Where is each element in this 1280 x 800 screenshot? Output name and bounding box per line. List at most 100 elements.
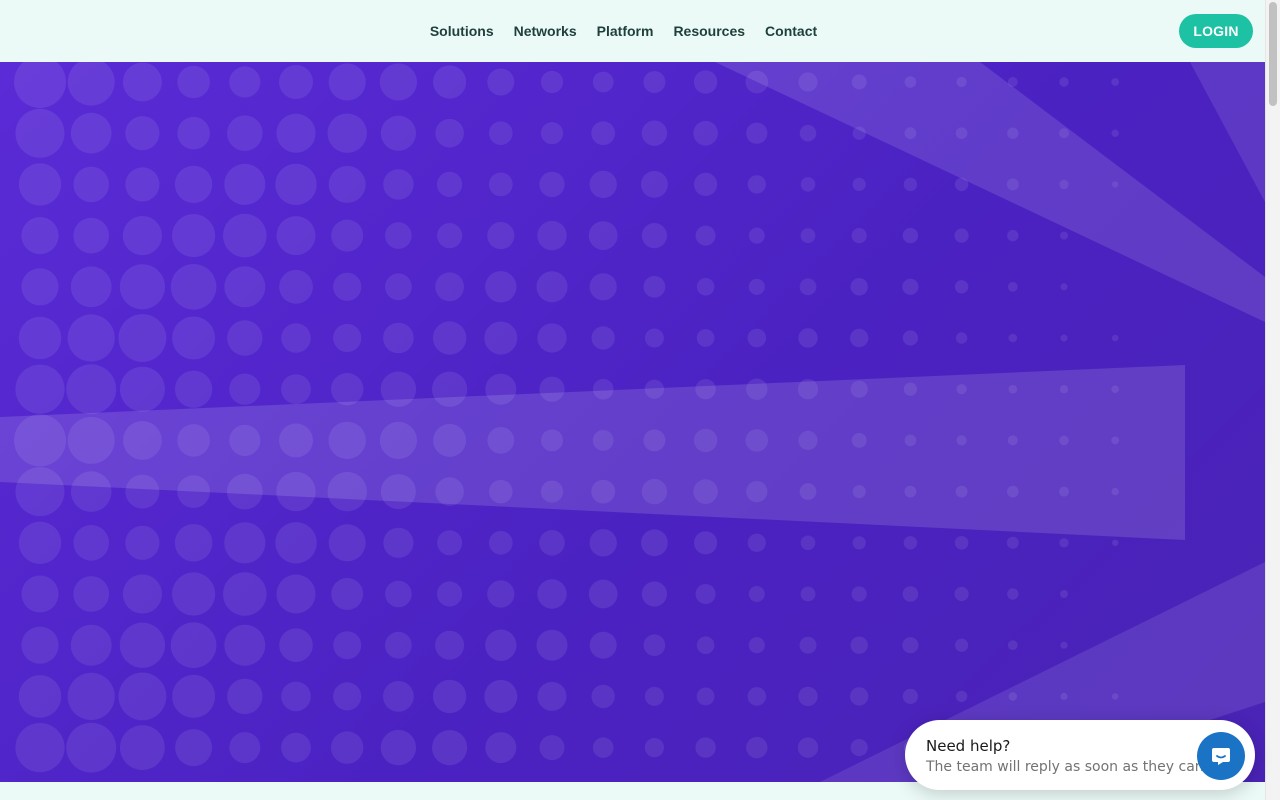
hero-dot: [170, 622, 217, 668]
hero-dot: [435, 118, 464, 148]
hero-dot: [1111, 334, 1119, 342]
hero-dot: [383, 322, 414, 354]
hero-dot: [281, 681, 311, 712]
scrollbar-thumb[interactable]: [1269, 2, 1277, 106]
hero-dot: [172, 674, 216, 718]
hero-dot: [485, 629, 517, 661]
hero-dot: [489, 121, 513, 145]
chat-launcher-button[interactable]: [1197, 732, 1245, 780]
hero-dot: [435, 272, 464, 302]
hero-dot: [21, 217, 59, 255]
hero-dot: [850, 328, 869, 348]
hero-dot: [591, 121, 616, 146]
hero-dot: [797, 737, 819, 758]
nav-solutions[interactable]: Solutions: [430, 23, 494, 39]
hero-dot: [589, 631, 617, 659]
hero-dot: [227, 320, 263, 356]
hero-dot: [748, 637, 765, 654]
hero-dot: [279, 269, 313, 304]
hero-dot: [798, 328, 818, 348]
hero-dot: [746, 736, 768, 759]
hero-dot: [1111, 78, 1120, 86]
hero-dot: [540, 480, 564, 503]
hero-dot: [904, 434, 917, 447]
hero-dot: [695, 737, 716, 758]
hero-dot: [797, 379, 819, 400]
hero-dot: [852, 485, 866, 499]
hero-dot: [695, 225, 716, 246]
hero-dot: [954, 228, 969, 243]
hero-dot: [172, 572, 216, 616]
hero-dot: [380, 729, 417, 766]
hero-dot: [21, 575, 59, 613]
hero-dot: [170, 264, 217, 310]
hero-dot: [539, 376, 565, 402]
hero-dot: [955, 332, 968, 344]
hero-dot: [224, 624, 266, 666]
hero-dot: [385, 631, 412, 659]
hero-dot: [800, 177, 816, 192]
hero-dot: [693, 479, 718, 504]
hero-dot: [1060, 231, 1068, 240]
hero-dot: [852, 536, 866, 550]
hero-dot: [747, 533, 766, 552]
hero-dot: [70, 266, 112, 308]
hero-dot: [800, 586, 816, 602]
hero-dot: [694, 531, 718, 555]
hero-stripe-corner: [1190, 62, 1265, 202]
hero-dot: [224, 266, 266, 308]
hero-dot: [1112, 181, 1119, 188]
hero-dot: [281, 732, 311, 763]
nav-networks[interactable]: Networks: [514, 23, 577, 39]
hero-dot: [174, 165, 213, 204]
hero-dot: [592, 71, 614, 93]
hero-dot: [488, 530, 513, 555]
hero-dot: [1059, 77, 1069, 87]
hero-dot: [70, 112, 112, 154]
hero-dot: [1007, 485, 1019, 498]
hero-dot: [591, 326, 615, 350]
hero-dot: [539, 530, 565, 556]
hero-dot: [745, 70, 769, 94]
hero-dot: [66, 722, 117, 773]
chat-bubble-icon: [1212, 748, 1230, 765]
hero-dot: [229, 732, 261, 764]
hero-dot: [488, 172, 513, 197]
login-button[interactable]: LOGIN: [1179, 14, 1253, 48]
hero-dot: [175, 729, 213, 767]
hero-dot: [119, 366, 165, 412]
hero-dot: [1007, 229, 1019, 242]
hero-dot: [747, 687, 767, 706]
hero-dot: [956, 435, 967, 446]
hero-dot: [66, 364, 117, 415]
hero-dot: [850, 739, 868, 757]
hero-dot: [484, 321, 518, 355]
hero-dot: [537, 579, 567, 609]
hero-dot: [1008, 384, 1018, 394]
nav-contact[interactable]: Contact: [765, 23, 817, 39]
nav-resources[interactable]: Resources: [673, 23, 745, 39]
hero-dot: [954, 586, 969, 602]
hero-dot: [643, 71, 666, 93]
hero-dot: [1059, 538, 1069, 548]
hero-dot: [536, 271, 568, 303]
hero-dot: [800, 228, 816, 244]
hero-dot: [850, 278, 868, 296]
scrollbar[interactable]: [1265, 0, 1280, 800]
hero-dot: [1007, 640, 1018, 651]
hero-dot: [798, 430, 818, 450]
hero-dot: [904, 127, 917, 140]
hero-dot: [696, 278, 715, 296]
hero-dot: [904, 485, 917, 498]
hero-dot: [693, 120, 718, 146]
hero-dot: [433, 65, 467, 99]
hero-dot: [1059, 128, 1069, 139]
main-nav: Solutions Networks Platform Resources Co…: [0, 0, 1265, 62]
hero-dot: [693, 428, 718, 453]
hero-dot: [328, 63, 366, 101]
page: Solutions Networks Platform Resources Co…: [0, 0, 1280, 800]
hero-dot: [223, 572, 267, 616]
hero-dot: [21, 268, 59, 306]
hero-dot: [226, 473, 263, 510]
nav-platform[interactable]: Platform: [597, 23, 654, 39]
